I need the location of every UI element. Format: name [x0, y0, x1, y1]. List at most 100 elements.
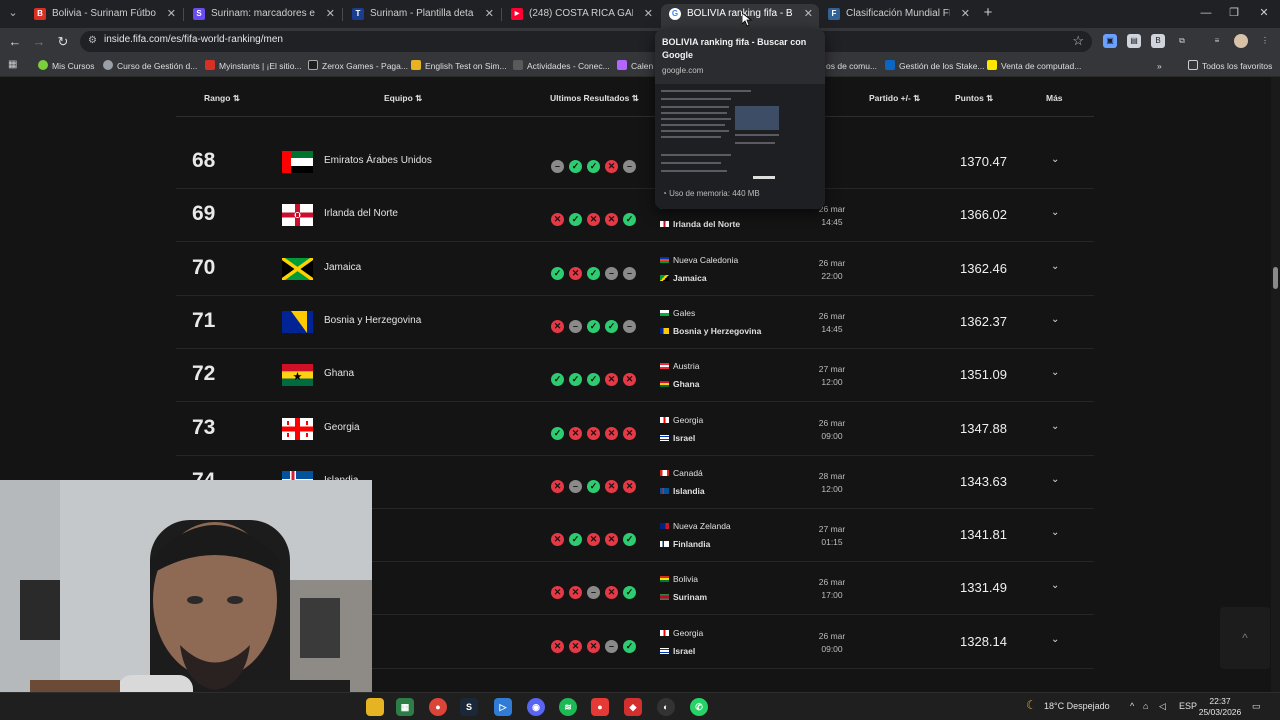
reading-list-icon[interactable]: ≡ — [1210, 34, 1224, 48]
bookmark-item[interactable]: Myinstants | ¡El sitio... — [205, 59, 302, 73]
store-icon[interactable]: ▦ — [396, 698, 414, 716]
bookmark-item[interactable]: Gestión de los Stake... — [885, 59, 985, 73]
bookmarks-overflow-icon[interactable]: » — [1157, 59, 1162, 73]
scrollbar-thumb[interactable] — [1273, 267, 1278, 289]
ranking-row[interactable]: 68 Emiratos Árabes Unidos – ✓ ✓ ✕ –1370.47 ⌄ — [176, 136, 1094, 189]
menu-kebab-icon[interactable]: ⋮ — [1258, 34, 1272, 48]
url-text[interactable]: inside.fifa.com/es/fifa-world-ranking/me… — [104, 34, 283, 45]
bookmark-item[interactable]: Calen — [617, 59, 653, 73]
ranking-row[interactable]: 70 Jamaica ✓ ✕ ✓ – – Nueva Caledonia Jamaica 2… — [176, 243, 1094, 296]
remote-desktop-icon[interactable]: ▷ — [494, 698, 512, 716]
next-match[interactable]: Bolivia Surinam — [660, 570, 780, 606]
bookmark-item[interactable]: Mis Cursos — [38, 59, 95, 73]
language-indicator[interactable]: ESP — [1179, 701, 1197, 711]
expand-row-chevron-icon[interactable]: ⌄ — [1051, 474, 1059, 485]
discord-icon[interactable]: ◉ — [527, 698, 545, 716]
volume-icon[interactable]: ◁ — [1159, 701, 1166, 712]
expand-row-chevron-icon[interactable]: ⌄ — [1051, 527, 1059, 538]
bookmark-item[interactable]: os de comu... — [826, 59, 877, 73]
expand-row-chevron-icon[interactable]: ⌄ — [1051, 634, 1059, 645]
new-tab-button[interactable]: + — [980, 4, 996, 24]
expand-row-chevron-icon[interactable]: ⌄ — [1051, 367, 1059, 378]
tab-surinam-squad[interactable]: T Surinam - Plantilla detallada 20 ✕ — [344, 4, 500, 28]
file-explorer-icon[interactable] — [366, 698, 384, 716]
bookmark-item[interactable]: English Test on Sim... — [411, 59, 507, 73]
sort-points-header[interactable]: Puntos ⇅ — [955, 93, 993, 104]
recording-app-icon[interactable]: ● — [591, 698, 609, 716]
team-name[interactable]: Georgia — [324, 422, 360, 433]
profile-avatar[interactable] — [1234, 34, 1248, 48]
next-match[interactable]: Austria Ghana — [660, 357, 780, 393]
next-match[interactable]: Georgia Israel — [660, 411, 780, 447]
sort-team-header[interactable]: Equipo ⇅ — [384, 93, 422, 104]
tab-google-search[interactable]: G BOLIVIA ranking fifa - Buscar co ✕ — [661, 4, 819, 28]
extension-icon[interactable]: B — [1151, 34, 1165, 48]
whatsapp-icon[interactable]: ✆ — [690, 698, 708, 716]
expand-row-chevron-icon[interactable]: ⌄ — [1051, 154, 1059, 165]
close-tab-icon[interactable]: ✕ — [326, 4, 335, 24]
tab-search-chevron-icon[interactable]: ⌄ — [4, 4, 22, 22]
close-tab-icon[interactable]: ✕ — [961, 4, 970, 24]
network-icon[interactable]: ⌂ — [1143, 701, 1148, 711]
tab-fifa-ranking[interactable]: F Clasificación Mundial FIFA/Coca ✕ — [820, 4, 976, 28]
taskbar-clock[interactable]: 22:37 25/03/2026 — [1196, 696, 1244, 718]
extension-icon[interactable]: ▣ — [1103, 34, 1117, 48]
tray-overflow-icon[interactable]: ^ — [1130, 701, 1134, 711]
bookmark-item[interactable]: Zerox Games - Paga... — [308, 59, 408, 73]
apps-grid-icon[interactable]: ▦ — [8, 59, 17, 70]
ranking-row[interactable]: 71 Bosnia y Herzegovina ✕ – ✓ ✓ – Gales Bosnia… — [176, 296, 1094, 349]
all-bookmarks-folder[interactable]: Todos los favoritos — [1188, 59, 1272, 73]
ranking-row[interactable]: 73 Georgia ✓ ✕ ✕ ✕ ✕ Georgia Israel 26 mar 09:0… — [176, 403, 1094, 456]
expand-row-chevron-icon[interactable]: ⌄ — [1051, 421, 1059, 432]
close-tab-icon[interactable]: ✕ — [485, 4, 494, 24]
ranking-row[interactable]: 69Irlanda del Norte✕✓✕✕✓ Italia Irlanda … — [176, 189, 1094, 243]
tab-youtube-costa-rica[interactable]: ▶ (248) COSTA RICA GANÓ EN LA ✕ — [503, 4, 659, 28]
tab-bolivia-surinam-odds[interactable]: B Bolivia - Surinam Fútbol Cuota ✕ — [26, 4, 182, 28]
weather-text[interactable]: 18°C Despejado — [1044, 701, 1110, 711]
close-window-icon[interactable]: ✕ — [1254, 4, 1274, 22]
spotify-icon[interactable]: ≋ — [559, 698, 577, 716]
next-match[interactable]: Georgia Israel — [660, 624, 780, 660]
page-scrollbar[interactable] — [1271, 77, 1280, 692]
team-name[interactable]: Bosnia y Herzegovina — [324, 315, 421, 326]
next-match[interactable]: Gales Bosnia y Herzegovina — [660, 304, 780, 340]
obs-icon[interactable]: ◐ — [657, 698, 675, 716]
close-tab-icon[interactable]: ✕ — [644, 4, 653, 24]
team-name[interactable]: Jamaica — [324, 262, 361, 273]
next-match[interactable]: Nueva Zelanda Finlandia — [660, 517, 780, 553]
puzzle-extensions-icon[interactable]: ⧉ — [1175, 34, 1189, 48]
sort-rank-header[interactable]: Rango ⇅ — [204, 93, 240, 104]
extension-icon[interactable]: ▤ — [1127, 34, 1141, 48]
forward-icon[interactable]: → — [30, 33, 48, 51]
ranking-row[interactable]: 72 Ghana ✓ ✓ ✓ ✕ ✕ Austria Ghana 27 mar 12:00 13… — [176, 349, 1094, 403]
minimize-icon[interactable]: — — [1196, 4, 1216, 22]
expand-row-chevron-icon[interactable]: ⌄ — [1051, 207, 1059, 218]
bookmark-star-icon[interactable]: ☆ — [1072, 33, 1084, 49]
team-name[interactable]: Ghana — [324, 368, 354, 379]
shield-app-icon[interactable]: ◆ — [624, 698, 642, 716]
bookmark-item[interactable]: Curso de Gestión d... — [103, 59, 197, 73]
back-icon[interactable]: ← — [6, 33, 24, 51]
bookmark-item[interactable]: Venta de computad... — [987, 59, 1081, 73]
expand-row-chevron-icon[interactable]: ⌄ — [1051, 314, 1059, 325]
reload-icon[interactable]: ↻ — [54, 33, 72, 51]
expand-row-chevron-icon[interactable]: ⌄ — [1051, 261, 1059, 272]
notifications-icon[interactable]: ▭ — [1252, 701, 1261, 712]
site-info-icon[interactable]: ⚙ — [88, 35, 100, 47]
next-match[interactable]: Canadá Islandia — [660, 464, 780, 500]
next-match[interactable]: Nueva Caledonia Jamaica — [660, 251, 780, 287]
close-tab-icon[interactable]: ✕ — [804, 4, 813, 24]
team-name[interactable]: Emiratos Árabes Unidos — [324, 155, 432, 166]
expand-row-chevron-icon[interactable]: ⌄ — [1051, 580, 1059, 591]
scroll-to-top-button[interactable]: ^ — [1220, 607, 1270, 669]
team-name[interactable]: Irlanda del Norte — [324, 208, 398, 219]
address-bar[interactable]: ⚙ inside.fifa.com/es/fifa-world-ranking/… — [80, 31, 1092, 52]
restore-icon[interactable]: ❐ — [1224, 4, 1244, 22]
tab-surinam-live-scores[interactable]: S Surinam: marcadores en directo ✕ — [185, 4, 341, 28]
steam-icon[interactable]: S — [460, 698, 478, 716]
chrome-icon[interactable]: ● — [429, 698, 447, 716]
sort-results-header[interactable]: Ultimos Resultados ⇅ — [550, 93, 639, 104]
bookmark-item[interactable]: Actividades - Conec... — [513, 59, 610, 73]
close-tab-icon[interactable]: ✕ — [167, 4, 176, 24]
sort-match-header[interactable]: Partido +/- ⇅ — [869, 93, 920, 104]
